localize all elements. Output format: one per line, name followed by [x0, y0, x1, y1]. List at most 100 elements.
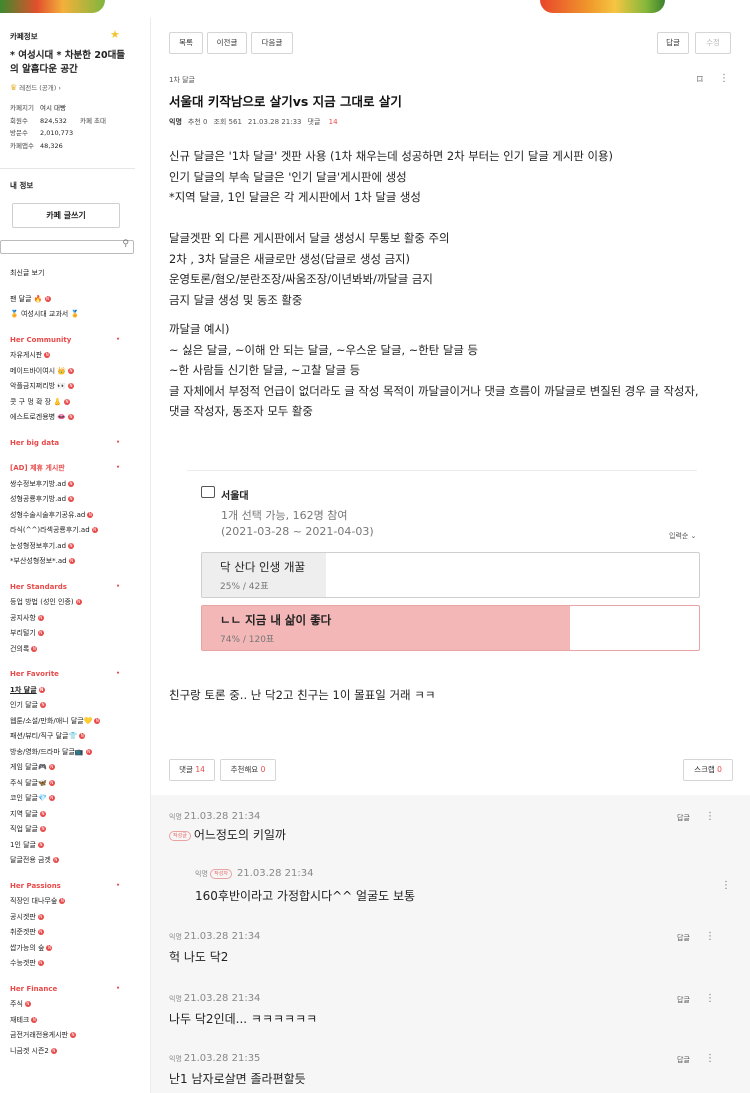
more-options-icon[interactable]: ⋮	[705, 993, 715, 1004]
sidebar-item[interactable]: 건의록 N	[10, 642, 134, 658]
sidebar-item[interactable]: 등업 방법 (성인 인증) N	[10, 595, 134, 611]
edit-post-button[interactable]: 수정	[695, 32, 731, 54]
post-author: 익명	[169, 118, 182, 126]
sidebar-item[interactable]: 직업 달글 N	[10, 822, 134, 838]
member-level[interactable]: ♛ 레전드 (공개) ›	[10, 82, 61, 92]
more-options-icon[interactable]: ⋮	[721, 880, 731, 891]
cafe-name[interactable]: * 여성시대 * 차분한 20대들의 알흠다운 공간	[10, 49, 128, 77]
sidebar-item[interactable]: 지역 달글 N	[10, 807, 134, 823]
reply-post-button[interactable]: 답글	[657, 32, 689, 54]
sidebar-item[interactable]: 라식(^^)라섹공룡후기.ad N	[10, 523, 134, 539]
sidebar-item[interactable]: *부산성형정보*.ad N	[10, 554, 134, 570]
post-body-line: *지역 달글, 1인 달글은 각 게시판에서 1차 달글 생성	[169, 190, 421, 204]
sidebar-item-latest[interactable]: 최신글 보기	[10, 266, 134, 282]
post-title: 서울대 키작남으로 살기vs 지금 그대로 살기	[169, 94, 402, 109]
poll-option[interactable]: 닥 산다 인생 개꿀 25% / 42표	[201, 552, 700, 598]
sidebar-item[interactable]: 에스트로겐용병 👄 N	[10, 410, 134, 426]
sidebar-item[interactable]: 인기 달글 N	[10, 698, 134, 714]
stat-row: 회원수 824,532 카페 초대	[10, 116, 106, 125]
comment-header: 익명 21.03.28 21:34	[169, 993, 729, 1004]
sidebar-item[interactable]: 1인 달글 N	[10, 838, 134, 854]
comment-author: 익명	[169, 933, 182, 941]
sidebar-item[interactable]: 코인 달글💎 N	[10, 791, 134, 807]
sidebar-item[interactable]: 쌍수정보후기방.ad N	[10, 477, 134, 493]
sidebar-item[interactable]: 악플금지쩌리방 👀 N	[10, 379, 134, 395]
sidebar-item[interactable]: 콧 구 멍 확 장 👃 N	[10, 395, 134, 411]
group-marker-icon: •	[116, 881, 120, 889]
sidebar-item[interactable]: 직장인 대나무숲 N	[10, 894, 134, 910]
sidebar: 카페정보 ★ * 여성시대 * 차분한 20대들의 알흠다운 공간 ♛ 레전드 …	[0, 18, 135, 1093]
bookmark-icon[interactable]: ⌑	[697, 73, 703, 86]
poll-option-result: 25% / 42표	[220, 582, 269, 592]
star-icon[interactable]: ★	[110, 28, 120, 41]
comment-reply-button[interactable]: 답글	[677, 933, 690, 943]
sidebar-item[interactable]: 성형수술시술후기공유.ad N	[10, 508, 134, 524]
sidebar-item[interactable]: 니금겟 시즌2 N	[10, 1044, 134, 1060]
post-recommend: 추천 0	[187, 118, 208, 126]
new-badge: N	[44, 295, 51, 302]
sidebar-item-pinned[interactable]: 🏅 여성시대 교과서 🏅	[10, 307, 134, 323]
comment-time: 21.03.28 21:34	[183, 993, 261, 1004]
group-marker-icon: •	[116, 582, 120, 590]
sidebar-item[interactable]: 게임 달글🎮 N	[10, 760, 134, 776]
sidebar-group-title[interactable]: Her big data •	[10, 436, 134, 452]
sidebar-item[interactable]: 공지사항 N	[10, 611, 134, 627]
sidebar-group-title[interactable]: Her Favorite •	[10, 667, 134, 683]
my-info-heading[interactable]: 내 정보	[10, 180, 33, 191]
sidebar-group-title[interactable]: Her Finance •	[10, 982, 134, 998]
comments-button[interactable]: 댓글 14	[169, 759, 215, 781]
sidebar-group-title[interactable]: Her Standards •	[10, 580, 134, 596]
sidebar-item[interactable]: 웹툰/소설/만화/애니 달글💛 N	[10, 714, 134, 730]
cafe-write-button[interactable]: 카페 글쓰기	[12, 203, 120, 228]
sidebar-item[interactable]: 주식 N	[10, 997, 134, 1013]
sidebar-item[interactable]: 메이드바이여시 👑 N	[10, 364, 134, 380]
new-badge: N	[91, 527, 98, 533]
cafe-invite-link[interactable]: 카페 초대	[80, 117, 106, 125]
more-options-icon[interactable]: ⋮	[719, 73, 729, 84]
more-options-icon[interactable]: ⋮	[705, 931, 715, 942]
sidebar-item[interactable]: 금전거래전용게시판 N	[10, 1028, 134, 1044]
sidebar-item[interactable]: 1차 달글 N	[10, 683, 134, 699]
post-body-line: 운영토론/혐오/분란조장/싸움조장/이년봐봐/까달글 금지	[169, 272, 433, 286]
sidebar-item[interactable]: 자유게시판 N	[10, 348, 134, 364]
new-badge: N	[59, 898, 66, 904]
sidebar-item[interactable]: 성형공룡후기방.ad N	[10, 492, 134, 508]
comment-reply-button[interactable]: 답글	[677, 1055, 690, 1065]
sidebar-item[interactable]: 취준겟판 N	[10, 925, 134, 941]
board-breadcrumb[interactable]: 1차 달글	[169, 75, 195, 85]
comment-reply-button[interactable]: 답글	[677, 995, 690, 1005]
sidebar-item[interactable]: 달글전용 금겟 N	[10, 853, 134, 869]
sidebar-item[interactable]: 수능겟판 N	[10, 956, 134, 972]
sidebar-item[interactable]: 부리털기 N	[10, 626, 134, 642]
comment-reply-button[interactable]: 답글	[677, 813, 690, 823]
sidebar-item[interactable]: 방송/영화/드라마 달글📺 N	[10, 745, 134, 761]
sidebar-item[interactable]: 재테크 N	[10, 1013, 134, 1029]
poll-title: 서울대	[221, 491, 249, 502]
sidebar-item[interactable]: 눈성형정보후기.ad N	[10, 539, 134, 555]
sidebar-group-title[interactable]: Her Passions •	[10, 879, 134, 895]
search-icon[interactable]: ⚲	[122, 239, 129, 249]
scrap-button[interactable]: 스크랩 0	[683, 759, 733, 781]
new-badge: N	[52, 857, 59, 863]
more-options-icon[interactable]: ⋮	[705, 1053, 715, 1064]
new-badge: N	[38, 841, 44, 848]
recommend-button[interactable]: 추천해요 0	[220, 759, 276, 781]
next-post-button[interactable]: 다음글	[251, 32, 293, 54]
sidebar-item[interactable]: 공시겟판 N	[10, 910, 134, 926]
more-options-icon[interactable]: ⋮	[705, 811, 715, 822]
group-marker-icon: •	[116, 438, 120, 446]
list-button[interactable]: 목록	[169, 32, 203, 54]
sidebar-item[interactable]: 패션/뷰티/직구 달글👕 N	[10, 729, 134, 745]
prev-post-button[interactable]: 이전글	[207, 32, 247, 54]
poll-sort-dropdown[interactable]: 입력순 ⌄	[669, 531, 696, 541]
poll-option[interactable]: ㄴㄴ 지금 내 삶이 좋다 74% / 120표	[201, 605, 700, 651]
sidebar-group-title[interactable]: Her Community •	[10, 333, 134, 349]
sidebar-item[interactable]: 쌉가능의 숲N	[10, 941, 134, 957]
sidebar-group-title[interactable]: [AD] 제휴 게시판 •	[10, 461, 134, 477]
divider	[187, 470, 697, 471]
cafe-search-input[interactable]: ⚲	[0, 239, 134, 254]
sidebar-item[interactable]: 주식 달글🦋 N	[10, 776, 134, 792]
post-date: 21.03.28 21:33	[247, 118, 302, 126]
comment-author: 익명	[195, 870, 208, 878]
new-badge: N	[69, 1032, 76, 1038]
